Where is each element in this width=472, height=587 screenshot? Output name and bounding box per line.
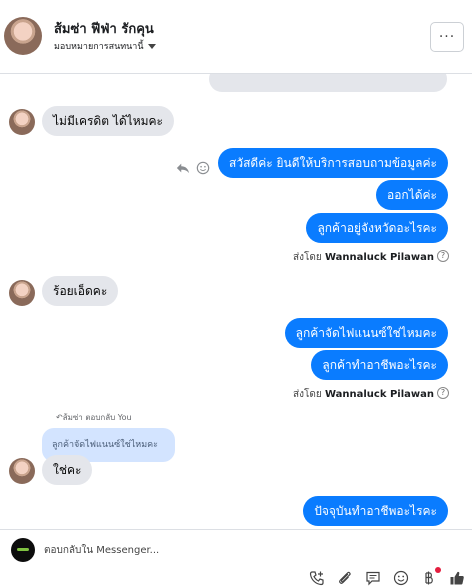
notification-dot xyxy=(435,567,441,573)
message-thread[interactable]: ไม่มีเครดิต ได้ไหมคะ สวัสดีค่ะ ยินดีให้บ… xyxy=(0,74,472,529)
contact-avatar[interactable] xyxy=(4,17,42,55)
thumbs-up-icon[interactable] xyxy=(448,570,466,586)
smiley-icon[interactable] xyxy=(392,570,410,586)
incoming-message[interactable]: ไม่มีเครดิต ได้ไหมคะ xyxy=(42,106,174,136)
outgoing-message[interactable]: ลูกค้าจัดไฟแนนซ์ใช่ไหมคะ xyxy=(284,318,448,348)
more-options-button[interactable]: ··· xyxy=(430,22,464,52)
outgoing-message[interactable]: ลูกค้าอยู่จังหวัดอะไรคะ xyxy=(306,213,448,243)
page-avatar xyxy=(11,538,35,562)
sender-name: Wannaluck Pilawan xyxy=(324,389,434,400)
sent-by-label: ส่งโดย Wannaluck Pilawan xyxy=(293,387,434,402)
info-icon[interactable]: ? xyxy=(437,250,449,262)
chat-bubble-icon[interactable] xyxy=(364,570,382,586)
previous-message-bubble xyxy=(209,74,447,92)
contact-avatar-small xyxy=(9,458,35,484)
outgoing-message[interactable]: สวัสดีค่ะ ยินดีให้บริการสอบถามข้อมูลค่ะ xyxy=(218,148,448,178)
phone-plus-icon[interactable] xyxy=(308,570,326,586)
contact-name[interactable]: ส้มซ่า ฟีฟ่า รักคุน xyxy=(54,18,154,39)
sent-by-prefix: ส่งโดย xyxy=(293,389,322,400)
info-icon[interactable]: ? xyxy=(437,387,449,399)
composer-toolbar xyxy=(308,567,466,586)
paperclip-icon[interactable] xyxy=(336,570,354,586)
outgoing-message[interactable]: ออกได้ค่ะ xyxy=(376,180,448,210)
sender-name: Wannaluck Pilawan xyxy=(324,252,434,263)
smiley-icon[interactable] xyxy=(196,161,210,175)
assign-label: มอบหมายการสนทนานี้ xyxy=(54,42,144,52)
outgoing-message[interactable]: ลูกค้าทำอาชีพอะไรคะ xyxy=(311,350,448,380)
reply-context-label: ↶ส้มซ่า ตอบกลับ You xyxy=(56,413,132,422)
sent-by-label: ส่งโดย Wannaluck Pilawan xyxy=(293,250,434,265)
incoming-message[interactable]: ร้อยเอ็ดคะ xyxy=(42,276,119,306)
reply-icon[interactable] xyxy=(176,161,190,175)
sent-by-prefix: ส่งโดย xyxy=(293,252,322,263)
caret-down-icon xyxy=(147,44,156,49)
conversation-header: ส้มซ่า ฟีฟ่า รักคุน มอบหมายการสนทนานี้ ·… xyxy=(0,0,472,74)
outgoing-message[interactable]: ปัจจุบันทำอาชีพอะไรคะ xyxy=(303,496,448,526)
contact-avatar-small xyxy=(9,280,35,306)
reply-input[interactable] xyxy=(44,540,424,560)
baht-icon[interactable] xyxy=(420,567,441,586)
incoming-message[interactable]: ใช่คะ xyxy=(42,455,93,485)
assign-conversation-dropdown[interactable]: มอบหมายการสนทนานี้ xyxy=(54,39,156,53)
message-actions xyxy=(176,161,210,175)
contact-avatar-small xyxy=(9,109,35,135)
message-composer xyxy=(0,529,472,587)
